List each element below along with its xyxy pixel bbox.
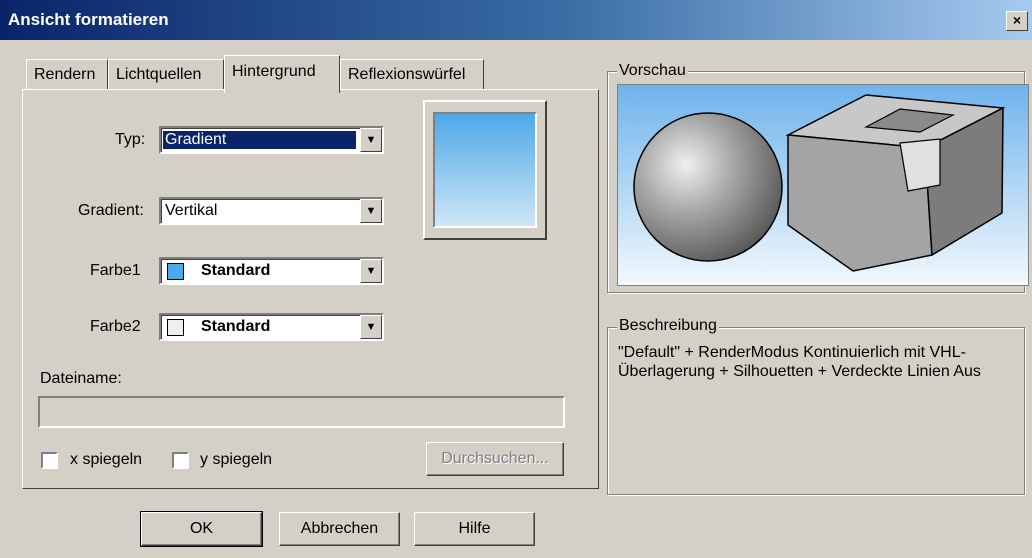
browse-label: Durchsuchen... bbox=[441, 450, 549, 467]
x-spiegeln-checkbox[interactable] bbox=[41, 452, 58, 469]
typ-value: Gradient bbox=[163, 131, 356, 149]
help-label: Hilfe bbox=[458, 520, 491, 537]
gradient-preview bbox=[423, 100, 547, 240]
chevron-down-icon[interactable]: ▼ bbox=[360, 128, 382, 152]
browse-button[interactable]: Durchsuchen... bbox=[426, 442, 564, 476]
gradient-select[interactable]: Vertikal ▼ bbox=[159, 197, 384, 225]
farbe2-select[interactable]: Standard ▼ bbox=[159, 313, 384, 341]
farbe2-value: Standard bbox=[201, 318, 271, 335]
y-spiegeln-checkbox[interactable] bbox=[172, 452, 189, 469]
tab-label: Lichtquellen bbox=[116, 66, 202, 83]
tab-hintergrund[interactable]: Hintergrund bbox=[224, 55, 340, 93]
tab-label: Rendern bbox=[34, 66, 96, 83]
gradient-preview-fill bbox=[433, 112, 537, 228]
tab-label: Reflexionswürfel bbox=[348, 66, 466, 83]
color-swatch bbox=[167, 319, 184, 336]
typ-label: Typ: bbox=[115, 131, 146, 148]
tab-rendern[interactable]: Rendern bbox=[26, 59, 108, 91]
farbe2-label: Farbe2 bbox=[90, 318, 141, 335]
description-text: "Default" + RenderModus Kontinuierlich m… bbox=[618, 344, 981, 380]
chevron-down-icon[interactable]: ▼ bbox=[360, 315, 382, 339]
tab-reflexionswuerfel[interactable]: Reflexionswürfel bbox=[340, 59, 484, 91]
y-spiegeln-label[interactable]: y spiegeln bbox=[200, 451, 272, 469]
color-swatch bbox=[167, 263, 184, 280]
sphere-shape bbox=[633, 112, 783, 262]
help-button[interactable]: Hilfe bbox=[414, 512, 535, 546]
farbe1-label: Farbe1 bbox=[90, 262, 141, 279]
x-spiegeln-label[interactable]: x spiegeln bbox=[70, 451, 142, 469]
description-legend: Beschreibung bbox=[617, 317, 719, 335]
preview-image bbox=[617, 84, 1029, 286]
dateiname-label: Dateiname: bbox=[40, 370, 122, 387]
tab-lichtquellen[interactable]: Lichtquellen bbox=[108, 59, 224, 91]
gradient-value: Vertikal bbox=[165, 202, 218, 219]
close-button[interactable]: × bbox=[1006, 11, 1028, 31]
chevron-down-icon[interactable]: ▼ bbox=[360, 259, 382, 283]
farbe1-value: Standard bbox=[201, 262, 271, 279]
close-icon: × bbox=[1012, 12, 1022, 28]
farbe1-select[interactable]: Standard ▼ bbox=[159, 257, 384, 285]
cancel-button[interactable]: Abbrechen bbox=[279, 512, 400, 546]
tab-label: Hintergrund bbox=[232, 63, 316, 80]
preview-scene bbox=[633, 94, 1006, 272]
title-bar: Ansicht formatieren × bbox=[0, 0, 1032, 40]
cancel-label: Abbrechen bbox=[300, 520, 379, 537]
ok-label: OK bbox=[189, 520, 214, 537]
chevron-down-icon[interactable]: ▼ bbox=[360, 199, 382, 223]
window-title: Ansicht formatieren bbox=[8, 10, 169, 29]
preview-legend: Vorschau bbox=[617, 62, 688, 80]
gradient-label: Gradient: bbox=[78, 202, 144, 219]
box-shape bbox=[785, 94, 1006, 272]
ok-button[interactable]: OK bbox=[140, 511, 263, 547]
dateiname-input[interactable] bbox=[38, 396, 565, 428]
typ-select[interactable]: Gradient ▼ bbox=[159, 126, 384, 154]
